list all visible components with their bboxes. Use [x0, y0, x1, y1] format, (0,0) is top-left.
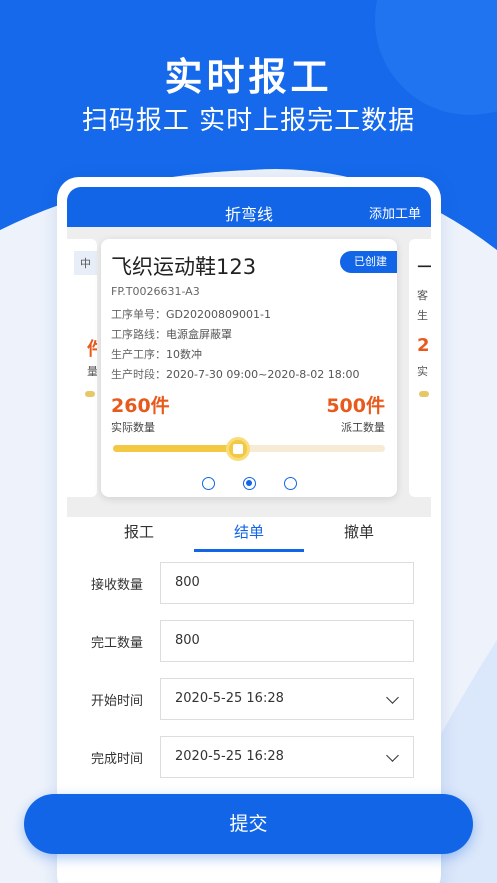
progress-bar [113, 437, 385, 461]
process-route-value: 电源盒屏蔽罩 [166, 328, 232, 341]
finished-quantity-input[interactable]: 800 [160, 620, 414, 662]
tab-close-order[interactable]: 结单 [194, 521, 304, 542]
process-order-number-value: GD20200809001-1 [166, 308, 271, 321]
prev-work-order-card[interactable]: 中 件 量 [67, 239, 97, 497]
active-tab-indicator [194, 549, 304, 552]
hero-subtitle: 扫码报工 实时上报完工数据 [81, 106, 416, 136]
start-time-select[interactable]: 2020-5-25 16:28 [160, 678, 414, 720]
production-period: 生产时段：2020-7-30 09:00~2020-8-02 18:00 [111, 366, 359, 382]
chevron-down-icon [386, 749, 399, 762]
submit-button[interactable]: 提交 [24, 794, 473, 854]
process-route-label: 工序路线： [111, 328, 166, 341]
start-time-row: 开始时间 2020-5-25 16:28 [67, 678, 431, 720]
progress-fill [113, 445, 239, 452]
start-time-label: 开始时间 [91, 694, 144, 709]
dispatch-quantity-label: 派工数量 [341, 421, 385, 434]
end-time-value: 2020-5-25 16:28 [175, 749, 284, 764]
add-work-order-button[interactable]: 添加工单 [369, 203, 421, 222]
actual-quantity: 260件 [111, 395, 170, 417]
next-card-qty-label: 实 [417, 365, 428, 378]
next-card-title: 一 [417, 255, 431, 279]
process-route: 工序路线：电源盒屏蔽罩 [111, 326, 232, 342]
received-quantity-label: 接收数量 [91, 578, 144, 593]
carousel-indicator [101, 475, 397, 494]
production-period-value: 2020-7-30 09:00~2020-8-02 18:00 [166, 368, 360, 381]
app-screen: 折弯线 添加工单 中 件 量 一 客 生 2 实 飞织运动鞋123 已创建 FP… [67, 187, 431, 883]
carousel-dot[interactable] [283, 477, 297, 490]
product-name: 飞织运动鞋123 [111, 255, 257, 279]
phone-frame: 折弯线 添加工单 中 件 量 一 客 生 2 实 飞织运动鞋123 已创建 FP… [57, 177, 441, 883]
actual-quantity-label: 实际数量 [111, 421, 155, 434]
work-order-card[interactable]: 飞织运动鞋123 已创建 FP.T0026631-A3 工序单号：GD20200… [101, 239, 397, 497]
next-card-progress [419, 391, 429, 397]
production-process: 生产工序：10数冲 [111, 346, 202, 362]
process-order-number-label: 工序单号： [111, 308, 166, 321]
chevron-down-icon [386, 691, 399, 704]
product-code: FP.T0026631-A3 [111, 285, 200, 298]
next-card-qty: 2 [417, 335, 430, 356]
finished-quantity-row: 完工数量 800 [67, 620, 431, 662]
prev-card-qty-label: 量 [87, 365, 97, 378]
prev-card-status-tag: 中 [74, 251, 97, 275]
carousel-dot[interactable] [201, 477, 215, 490]
end-time-label: 完成时间 [91, 752, 144, 767]
status-badge: 已创建 [340, 251, 397, 273]
tab-report[interactable]: 报工 [84, 521, 194, 542]
next-card-line-2: 生 [417, 309, 428, 322]
hero-title: 实时报工 [164, 55, 333, 99]
received-quantity-row: 接收数量 800 [67, 562, 431, 604]
carousel-dot-active[interactable] [242, 477, 256, 490]
production-period-label: 生产时段： [111, 368, 166, 381]
progress-knob-icon[interactable] [226, 437, 251, 461]
end-time-select[interactable]: 2020-5-25 16:28 [160, 736, 414, 778]
end-time-row: 完成时间 2020-5-25 16:28 [67, 736, 431, 778]
finished-quantity-label: 完工数量 [91, 636, 144, 651]
received-quantity-input[interactable]: 800 [160, 562, 414, 604]
next-card-line-1: 客 [417, 289, 428, 302]
production-process-value: 10数冲 [166, 348, 202, 361]
process-order-number: 工序单号：GD20200809001-1 [111, 306, 271, 322]
next-work-order-card[interactable]: 一 客 生 2 实 [409, 239, 431, 497]
action-tabs: 报工 结单 撤单 [67, 521, 431, 552]
prev-card-progress [85, 391, 95, 397]
prev-card-qty: 件 [87, 339, 97, 360]
tab-cancel-order[interactable]: 撤单 [304, 521, 414, 542]
dispatch-quantity: 500件 [326, 395, 385, 417]
production-process-label: 生产工序： [111, 348, 166, 361]
start-time-value: 2020-5-25 16:28 [175, 691, 284, 706]
